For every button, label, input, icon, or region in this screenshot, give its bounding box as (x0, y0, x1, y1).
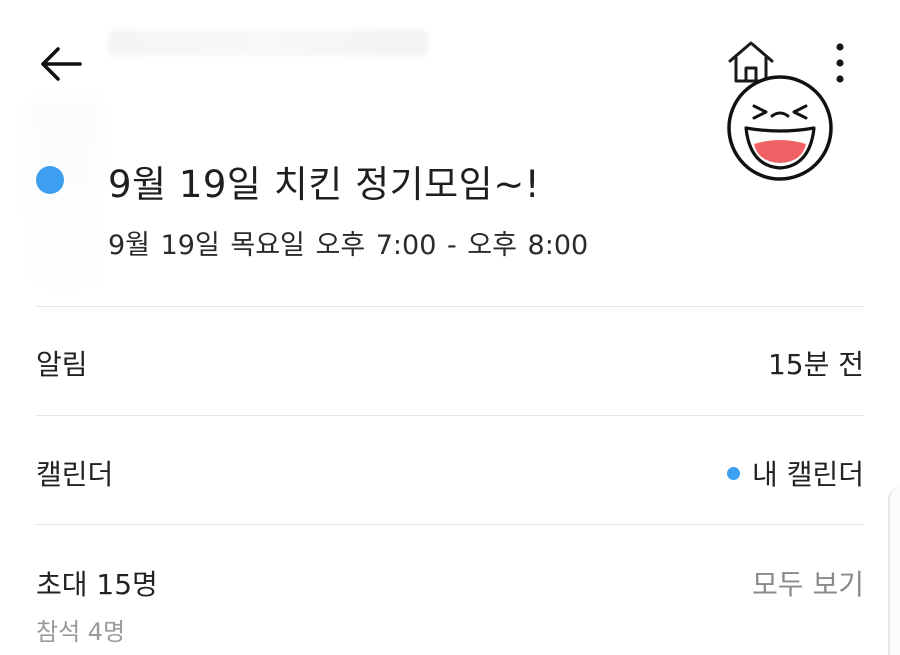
divider (36, 524, 864, 525)
calendar-value: 내 캘린더 (727, 453, 864, 493)
alarm-label: 알림 (36, 348, 88, 381)
event-detail-screen: 9월 19일 치킨 정기모임~! 9월 19일 목요일 오후 7:00 - 오후… (0, 0, 900, 655)
invite-count-label: 초대 15명 (36, 568, 158, 601)
view-all-button[interactable]: 모두 보기 (752, 563, 864, 603)
more-vertical-icon (836, 43, 844, 83)
back-button[interactable] (30, 36, 90, 92)
event-datetime: 9월 19일 목요일 오후 7:00 - 오후 8:00 (108, 230, 589, 261)
calendar-name: 내 캘린더 (752, 458, 864, 491)
event-color-dot (36, 166, 64, 194)
alarm-value: 15분 전 (767, 348, 864, 381)
event-title: 9월 19일 치킨 정기모임~! (108, 163, 541, 206)
scroll-edge (888, 486, 900, 655)
arrow-left-icon (41, 47, 82, 81)
obscured-header-area (108, 30, 428, 56)
calendar-color-dot (727, 466, 741, 480)
laughing-face-sticker-icon (727, 75, 833, 181)
calendar-label: 캘린더 (36, 458, 114, 491)
attending-count: 참석 4명 (36, 618, 126, 646)
obscured-side-area (30, 100, 100, 300)
alarm-row[interactable] (0, 307, 900, 415)
